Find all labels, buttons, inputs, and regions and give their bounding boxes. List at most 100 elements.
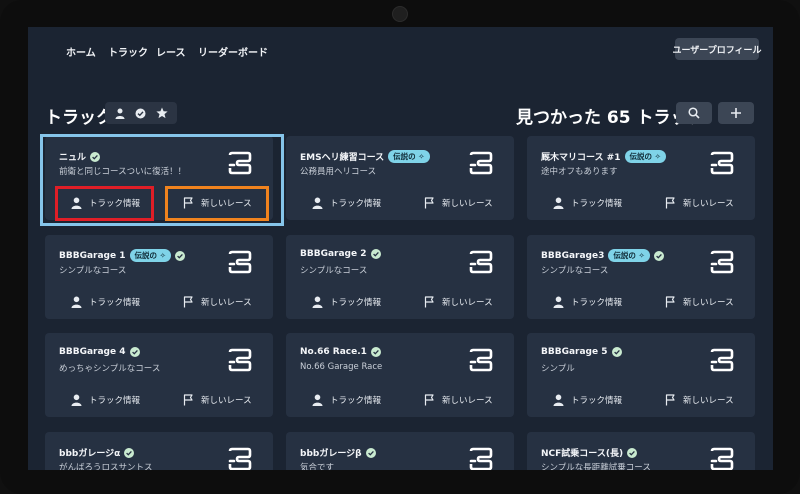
new-race-button[interactable]: 新しいレース bbox=[183, 390, 252, 410]
nav-tracks[interactable]: トラック bbox=[108, 44, 148, 59]
new-race-label: 新しいレース bbox=[201, 396, 252, 406]
track-info-button[interactable]: トラック情報 bbox=[312, 193, 381, 213]
track-title[interactable]: bbbガレージα bbox=[59, 446, 120, 459]
camera-icon bbox=[392, 6, 408, 22]
search-icon bbox=[688, 107, 700, 119]
flag-icon bbox=[424, 197, 434, 209]
track-description: シンプルな長距離試乗コース bbox=[541, 463, 651, 470]
new-race-label: 新しいレース bbox=[442, 396, 493, 406]
flag-icon bbox=[665, 197, 675, 209]
person-icon bbox=[71, 296, 82, 308]
track-logo-icon bbox=[469, 348, 493, 372]
star-icon[interactable] bbox=[155, 106, 169, 120]
track-title[interactable]: 厩木マリコース #1 bbox=[541, 150, 621, 163]
track-title[interactable]: EMSヘリ練習コース bbox=[300, 150, 384, 163]
track-logo-icon bbox=[710, 348, 734, 372]
add-track-button[interactable] bbox=[718, 102, 754, 124]
track-info-button[interactable]: トラック情報 bbox=[553, 390, 622, 410]
legend-badge: 伝説の ✧ bbox=[608, 249, 650, 262]
track-card: 厩木マリコース #1 伝説の ✧ 途中オフもあります トラック情報 新しいレース bbox=[527, 136, 755, 220]
person-icon bbox=[312, 197, 323, 209]
person-icon bbox=[71, 394, 82, 406]
track-logo-icon bbox=[228, 447, 252, 470]
track-description: 気合です bbox=[300, 463, 335, 470]
new-race-label: 新しいレース bbox=[442, 199, 493, 209]
verified-check-icon bbox=[370, 347, 381, 357]
track-info-button[interactable]: トラック情報 bbox=[553, 193, 622, 213]
track-info-label: トラック情報 bbox=[89, 298, 141, 308]
nav-leaderboard[interactable]: リーダーボード bbox=[198, 44, 268, 59]
track-info-button[interactable]: トラック情報 bbox=[312, 292, 381, 312]
highlight-new-race bbox=[165, 186, 269, 221]
track-title[interactable]: BBBGarage 1 bbox=[59, 251, 126, 261]
track-logo-icon bbox=[710, 151, 734, 175]
track-logo-icon bbox=[710, 250, 734, 274]
track-info-button[interactable]: トラック情報 bbox=[312, 390, 381, 410]
track-info-button[interactable]: トラック情報 bbox=[71, 390, 140, 410]
person-icon bbox=[312, 296, 323, 308]
track-description: シンプルなコース bbox=[300, 266, 368, 276]
tablet-bezel: ホーム トラック レース リーダーボード ユーザープロフィール トラック 見つか… bbox=[0, 0, 800, 494]
top-nav: ホーム トラック レース リーダーボード ユーザープロフィール bbox=[28, 27, 773, 77]
track-info-label: トラック情報 bbox=[330, 199, 382, 209]
verified-check-icon bbox=[124, 447, 135, 458]
track-title[interactable]: BBBGarage3 bbox=[541, 251, 604, 261]
verified-check-icon bbox=[174, 250, 185, 261]
nav-home[interactable]: ホーム bbox=[66, 44, 96, 59]
track-description: シンプルなコース bbox=[541, 266, 609, 276]
verified-check-icon bbox=[653, 250, 664, 261]
track-card: BBBGarage 4 めっちゃシンプルなコース トラック情報 新しいレース bbox=[45, 333, 273, 417]
track-info-label: トラック情報 bbox=[571, 396, 623, 406]
track-description: シンプルなコース bbox=[59, 266, 127, 276]
new-race-button[interactable]: 新しいレース bbox=[183, 292, 252, 312]
flag-icon bbox=[183, 296, 193, 308]
track-info-button[interactable]: トラック情報 bbox=[71, 292, 140, 312]
track-logo-icon bbox=[228, 250, 252, 274]
person-icon[interactable] bbox=[113, 106, 127, 120]
new-race-button[interactable]: 新しいレース bbox=[665, 193, 734, 213]
track-logo-icon bbox=[469, 151, 493, 175]
track-info-button[interactable]: トラック情報 bbox=[553, 292, 622, 312]
track-card: bbbガレージα がんばろうロスサントス トラック情報 新しいレース bbox=[45, 432, 273, 470]
new-race-button[interactable]: 新しいレース bbox=[424, 292, 493, 312]
track-logo-icon bbox=[710, 447, 734, 470]
track-card: BBBGarage3 伝説の ✧ シンプルなコース トラック情報 新しいレース bbox=[527, 235, 755, 319]
track-description: 公務員用ヘリコース bbox=[300, 167, 377, 177]
flag-icon bbox=[424, 394, 434, 406]
person-icon bbox=[553, 394, 564, 406]
track-title[interactable]: bbbガレージβ bbox=[300, 446, 362, 459]
person-icon bbox=[312, 394, 323, 406]
nav-races[interactable]: レース bbox=[156, 44, 186, 59]
user-profile-button[interactable]: ユーザープロフィール bbox=[672, 38, 762, 60]
flag-icon bbox=[665, 296, 675, 308]
new-race-button[interactable]: 新しいレース bbox=[424, 193, 493, 213]
plus-icon bbox=[731, 108, 741, 118]
verified-icon[interactable] bbox=[134, 106, 148, 120]
track-info-label: トラック情報 bbox=[571, 298, 623, 308]
person-icon bbox=[553, 296, 564, 308]
track-card: bbbガレージβ 気合です トラック情報 新しいレース bbox=[286, 432, 514, 470]
track-logo-icon bbox=[469, 250, 493, 274]
track-card: EMSヘリ練習コース 伝説の ✧ 公務員用ヘリコース トラック情報 新しいレース bbox=[286, 136, 514, 220]
new-race-button[interactable]: 新しいレース bbox=[424, 390, 493, 410]
search-button[interactable] bbox=[676, 102, 712, 124]
track-title[interactable]: BBBGarage 5 bbox=[541, 347, 608, 357]
verified-check-icon bbox=[611, 347, 622, 357]
track-logo-icon bbox=[228, 348, 252, 372]
track-card: No.66 Race.1 No.66 Garage Race トラック情報 新し… bbox=[286, 333, 514, 417]
flag-icon bbox=[183, 394, 193, 406]
track-card: BBBGarage 2 シンプルなコース トラック情報 新しいレース bbox=[286, 235, 514, 319]
track-description: シンプル bbox=[541, 364, 575, 374]
track-title[interactable]: NCF試乗コース(長) bbox=[541, 446, 623, 459]
track-title[interactable]: No.66 Race.1 bbox=[300, 347, 367, 357]
track-title[interactable]: BBBGarage 2 bbox=[300, 249, 367, 259]
verified-check-icon bbox=[129, 347, 140, 357]
filter-toggle-group bbox=[105, 102, 177, 124]
track-title[interactable]: BBBGarage 4 bbox=[59, 347, 126, 357]
flag-icon bbox=[424, 296, 434, 308]
new-race-label: 新しいレース bbox=[201, 298, 252, 308]
new-race-button[interactable]: 新しいレース bbox=[665, 292, 734, 312]
verified-check-icon bbox=[627, 447, 638, 458]
person-icon bbox=[553, 197, 564, 209]
new-race-button[interactable]: 新しいレース bbox=[665, 390, 734, 410]
